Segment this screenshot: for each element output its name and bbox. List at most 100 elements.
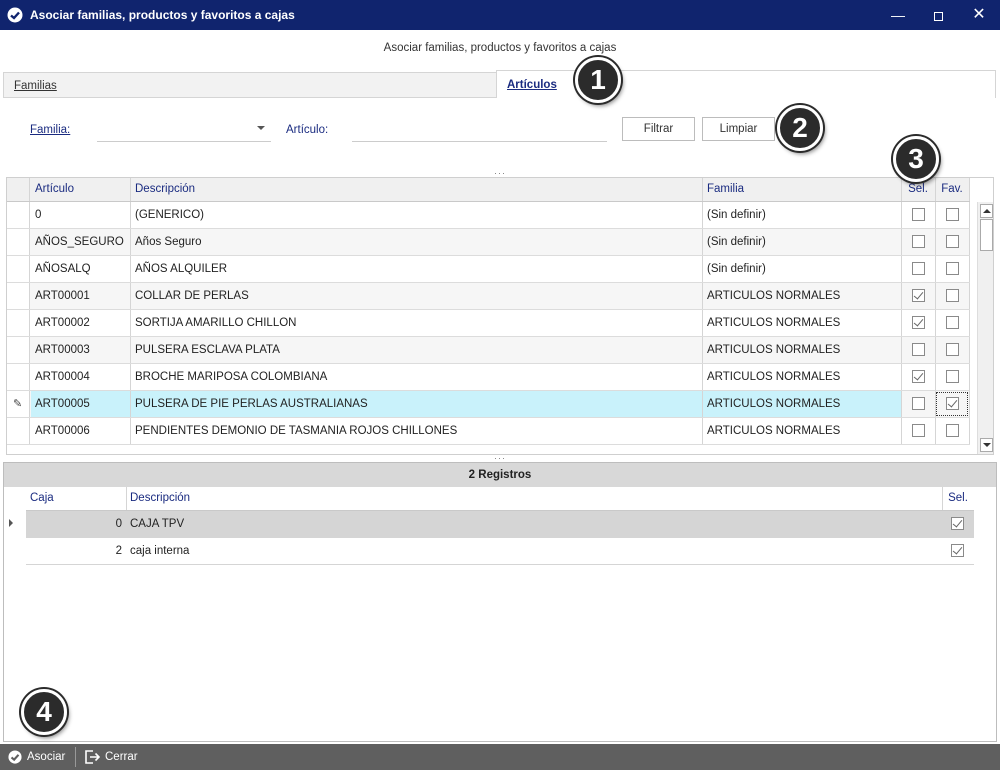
callout-3: 3 xyxy=(893,136,939,182)
cell-caja[interactable]: 0 xyxy=(30,511,122,537)
cell-descripcion[interactable]: COLLAR DE PERLAS xyxy=(135,283,700,309)
table-row[interactable]: 2 caja interna xyxy=(26,538,974,565)
cell-caja-descripcion[interactable]: CAJA TPV xyxy=(130,511,930,537)
scroll-thumb[interactable] xyxy=(980,219,993,251)
column-header-descripcion[interactable]: Descripción xyxy=(135,178,695,201)
close-window-button[interactable]: ✕ xyxy=(958,0,1000,30)
column-header-articulo[interactable]: Artículo xyxy=(35,178,130,201)
table-row[interactable]: AÑOS_SEGURO Años Seguro (Sin definir) xyxy=(7,229,970,256)
articulo-search-input[interactable] xyxy=(352,118,607,142)
splitter-handle-lower[interactable]: ··· xyxy=(490,454,510,463)
fav-checkbox[interactable] xyxy=(946,235,959,248)
minimize-button[interactable]: — xyxy=(877,0,919,30)
sel-checkbox[interactable] xyxy=(912,343,925,356)
cell-caja-descripcion[interactable]: caja interna xyxy=(130,538,930,564)
familia-label[interactable]: Familia: xyxy=(30,124,70,136)
cell-familia[interactable]: ARTICULOS NORMALES xyxy=(707,418,899,444)
cell-articulo[interactable]: AÑOSALQ xyxy=(35,256,130,282)
cell-descripcion[interactable]: Años Seguro xyxy=(135,229,700,255)
table-row[interactable]: ART00004 BROCHE MARIPOSA COLOMBIANA ARTICU… xyxy=(7,364,970,391)
cell-articulo[interactable]: 0 xyxy=(35,202,130,228)
maximize-button[interactable] xyxy=(917,0,959,30)
cell-familia[interactable]: ARTICULOS NORMALES xyxy=(707,391,899,417)
splitter-handle[interactable]: ··· xyxy=(490,169,510,178)
scroll-down-button[interactable] xyxy=(980,438,993,452)
cell-caja[interactable]: 2 xyxy=(30,538,122,564)
cell-descripcion[interactable]: SORTIJA AMARILLO CHILLON xyxy=(135,310,700,336)
tab-articulos-label: Artículos xyxy=(507,79,557,91)
column-header-caja-descripcion[interactable]: Descripción xyxy=(130,487,940,510)
fav-checkbox[interactable] xyxy=(946,316,959,329)
cell-articulo[interactable]: ART00002 xyxy=(35,310,130,336)
fav-checkbox[interactable] xyxy=(946,370,959,383)
column-header-caja-sel[interactable]: Sel. xyxy=(942,487,974,510)
cell-familia[interactable]: ARTICULOS NORMALES xyxy=(707,337,899,363)
table-row[interactable]: ART00001 COLLAR DE PERLAS ARTICULOS NORMAL… xyxy=(7,283,970,310)
cell-descripcion[interactable]: PENDIENTES DEMONIO DE TASMANIA ROJOS CHI… xyxy=(135,418,700,444)
sel-checkbox[interactable] xyxy=(912,397,925,410)
row-indicator[interactable] xyxy=(7,418,30,444)
row-indicator[interactable] xyxy=(7,202,30,228)
cell-descripcion[interactable]: (GENERICO) xyxy=(135,202,700,228)
records-count-bar: 2 Registros xyxy=(4,463,996,487)
cell-familia[interactable]: ARTICULOS NORMALES xyxy=(707,310,899,336)
cell-articulo[interactable]: AÑOS_SEGURO xyxy=(35,229,130,255)
caja-sel-checkbox[interactable] xyxy=(951,544,964,557)
table-row[interactable]: ART00006 PENDIENTES DEMONIO DE TASMANIA R… xyxy=(7,418,970,445)
tab-articulos[interactable]: Artículos xyxy=(496,70,996,98)
table-row[interactable]: 0 (GENERICO) (Sin definir) xyxy=(7,202,970,229)
column-header-fav[interactable]: Fav. xyxy=(935,178,969,201)
sel-checkbox[interactable] xyxy=(912,289,925,302)
sel-checkbox[interactable] xyxy=(912,424,925,437)
fav-checkbox[interactable] xyxy=(946,262,959,275)
table-row[interactable]: ART00003 PULSERA ESCLAVA PLATA ARTICULOS N… xyxy=(7,337,970,364)
row-indicator[interactable]: ✎ xyxy=(7,391,30,417)
cell-familia[interactable]: (Sin definir) xyxy=(707,202,899,228)
cerrar-button[interactable]: Cerrar xyxy=(84,744,144,770)
scroll-up-button[interactable] xyxy=(980,204,993,218)
column-header-familia[interactable]: Familia xyxy=(707,178,897,201)
row-indicator[interactable] xyxy=(7,310,30,336)
cell-familia[interactable]: (Sin definir) xyxy=(707,256,899,282)
familia-dropdown[interactable] xyxy=(97,118,271,142)
sel-checkbox[interactable] xyxy=(912,262,925,275)
grid-vertical-scrollbar[interactable] xyxy=(977,202,993,454)
cell-familia[interactable]: (Sin definir) xyxy=(707,229,899,255)
table-row[interactable]: 0 CAJA TPV xyxy=(26,511,974,538)
cell-descripcion[interactable]: BROCHE MARIPOSA COLOMBIANA xyxy=(135,364,700,390)
row-indicator[interactable] xyxy=(7,337,30,363)
table-row[interactable]: ✎ ART00005 PULSERA DE PIE PERLAS AUSTRALIA… xyxy=(7,391,970,418)
cell-familia[interactable]: ARTICULOS NORMALES xyxy=(707,283,899,309)
cerrar-label: Cerrar xyxy=(105,751,138,763)
table-row[interactable]: AÑOSALQ AÑOS ALQUILER (Sin definir) xyxy=(7,256,970,283)
cell-descripcion[interactable]: PULSERA DE PIE PERLAS AUSTRALIANAS xyxy=(135,391,700,417)
cell-familia[interactable]: ARTICULOS NORMALES xyxy=(707,364,899,390)
cell-descripcion[interactable]: PULSERA ESCLAVA PLATA xyxy=(135,337,700,363)
row-indicator[interactable] xyxy=(7,256,30,282)
cell-articulo[interactable]: ART00006 xyxy=(35,418,130,444)
filtrar-button[interactable]: Filtrar xyxy=(622,117,695,141)
row-indicator[interactable] xyxy=(7,283,30,309)
fav-checkbox[interactable] xyxy=(946,424,959,437)
limpiar-button[interactable]: Limpiar xyxy=(702,117,775,141)
sel-checkbox[interactable] xyxy=(912,370,925,383)
sel-checkbox[interactable] xyxy=(912,316,925,329)
asociar-button[interactable]: Asociar xyxy=(6,744,72,770)
cell-descripcion[interactable]: AÑOS ALQUILER xyxy=(135,256,700,282)
row-indicator[interactable] xyxy=(7,229,30,255)
column-header-caja[interactable]: Caja xyxy=(30,487,126,510)
sel-checkbox[interactable] xyxy=(912,208,925,221)
caja-sel-checkbox[interactable] xyxy=(951,517,964,530)
cell-articulo[interactable]: ART00005 xyxy=(35,391,130,417)
fav-checkbox[interactable] xyxy=(946,208,959,221)
row-indicator[interactable] xyxy=(7,364,30,390)
fav-checkbox[interactable] xyxy=(946,397,959,410)
table-row[interactable]: ART00002 SORTIJA AMARILLO CHILLON ARTICULO… xyxy=(7,310,970,337)
tab-familias[interactable]: Familias xyxy=(3,72,497,98)
fav-checkbox[interactable] xyxy=(946,343,959,356)
fav-checkbox[interactable] xyxy=(946,289,959,302)
cell-articulo[interactable]: ART00004 xyxy=(35,364,130,390)
sel-checkbox[interactable] xyxy=(912,235,925,248)
cell-articulo[interactable]: ART00003 xyxy=(35,337,130,363)
cell-articulo[interactable]: ART00001 xyxy=(35,283,130,309)
